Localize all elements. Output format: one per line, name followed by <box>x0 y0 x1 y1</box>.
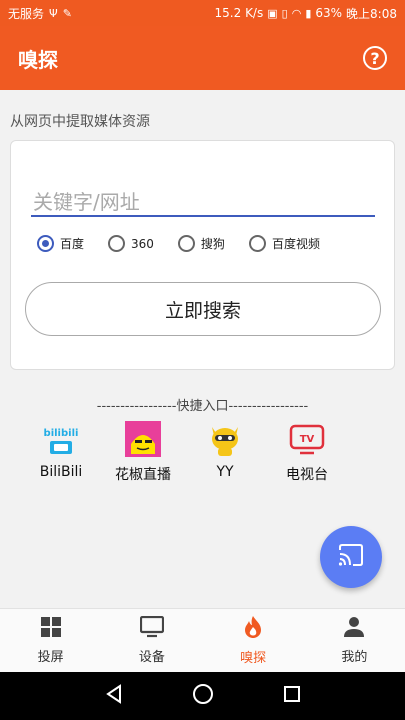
radio-label: 百度 <box>60 237 85 251</box>
person-icon <box>343 616 365 642</box>
battery-percent: 63% <box>315 6 343 20</box>
tab-label: 设备 <box>138 650 165 665</box>
radio-baidu[interactable]: 百度 <box>37 235 84 252</box>
radio-dot <box>37 235 54 252</box>
shortcut-label: 电视台 <box>286 467 328 483</box>
monitor-icon <box>139 615 164 642</box>
tab-devices[interactable]: 设备 <box>101 609 202 672</box>
shortcut-yy[interactable]: YY <box>184 420 266 484</box>
radio-label: 百度视频 <box>271 237 320 251</box>
radio-dot <box>248 235 266 252</box>
grid-icon <box>40 616 62 642</box>
tab-sniff[interactable]: 嗅探 <box>203 609 304 672</box>
battery-icon: ▮ <box>305 6 312 20</box>
shortcut-label: YY <box>216 464 234 480</box>
radio-dot <box>177 235 195 252</box>
wrench-icon: ✎ <box>62 6 72 20</box>
shortcuts-row: bilibili BiliBili 花椒直播 YY TV 电视台 <box>20 420 348 484</box>
vibrate-icon: ▯ <box>281 6 288 20</box>
clock: 晚上8:08 <box>346 6 397 21</box>
yy-icon <box>206 420 244 458</box>
tab-label: 嗅探 <box>240 651 267 666</box>
cast-icon <box>338 544 364 570</box>
shortcuts-divider: -----------------快捷入口----------------- <box>96 399 309 414</box>
svg-text:TV: TV <box>300 434 315 445</box>
search-button[interactable]: 立即搜索 <box>25 282 381 336</box>
search-card: 百度 360 搜狗 百度视频 立即搜索 <box>10 140 395 370</box>
notification-icon: ▣ <box>267 6 278 20</box>
system-nav-bar <box>0 672 405 720</box>
wifi-icon: ◠ <box>291 6 302 20</box>
recents-icon[interactable] <box>283 685 301 707</box>
tab-cast[interactable]: 投屏 <box>0 609 101 672</box>
search-input[interactable] <box>31 189 375 217</box>
radio-baidu-video[interactable]: 百度视频 <box>248 235 320 252</box>
radio-label: 搜狗 <box>200 237 225 251</box>
cast-button[interactable] <box>320 526 382 588</box>
network-speed: 15.2 K/s <box>214 6 264 20</box>
radio-label: 360 <box>131 236 154 251</box>
flame-icon <box>243 615 263 643</box>
tv-icon: TV <box>288 420 326 458</box>
home-icon[interactable] <box>192 683 214 709</box>
shortcut-tv[interactable]: TV 电视台 <box>266 420 348 484</box>
svg-text:bilibili: bilibili <box>44 428 79 439</box>
page-hint: 从网页中提取媒体资源 <box>10 114 150 130</box>
carrier-text: 无服务 <box>8 6 45 21</box>
tab-mine[interactable]: 我的 <box>304 609 405 672</box>
app-bar: 嗅探 ? <box>0 26 405 90</box>
tab-label: 投屏 <box>37 650 64 665</box>
radio-dot <box>108 235 126 252</box>
radio-sogou[interactable]: 搜狗 <box>177 235 225 252</box>
help-button[interactable]: ? <box>363 46 387 70</box>
usb-icon: Ψ <box>49 6 58 20</box>
bottom-tab-bar: 投屏 设备 嗅探 我的 <box>0 608 405 672</box>
huajiao-icon <box>124 420 162 458</box>
status-bar: 无服务 Ψ ✎ 15.2 K/s ▣ ▯ ◠ ▮ 63% 晚上8:08 <box>0 0 405 26</box>
bilibili-icon: bilibili <box>42 420 80 458</box>
shortcut-label: 花椒直播 <box>115 467 171 483</box>
search-engine-options: 百度 360 搜狗 百度视频 <box>37 235 344 252</box>
help-icon: ? <box>370 48 380 68</box>
back-icon[interactable] <box>104 684 124 708</box>
page-title: 嗅探 <box>18 47 58 72</box>
radio-360[interactable]: 360 <box>108 235 154 252</box>
shortcut-bilibili[interactable]: bilibili BiliBili <box>20 420 102 484</box>
tab-label: 我的 <box>341 650 368 665</box>
shortcut-label: BiliBili <box>39 464 83 480</box>
shortcut-huajiao[interactable]: 花椒直播 <box>102 420 184 484</box>
